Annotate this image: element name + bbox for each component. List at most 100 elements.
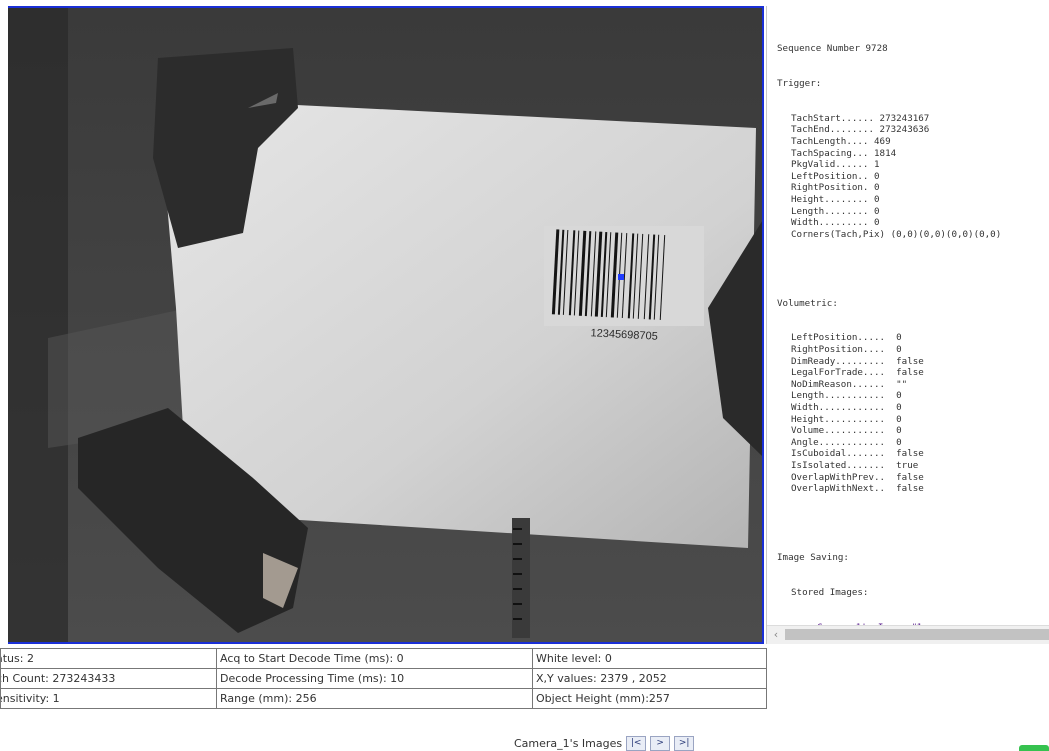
volumetric-list: LeftPosition..... 0 RightPosition.... 0 Di… bbox=[777, 332, 1049, 494]
camera-scene: 12345698705 bbox=[8, 8, 762, 642]
volumetric-row: Height........... 0 bbox=[791, 414, 1049, 426]
volumetric-row: OverlapWithNext.. false bbox=[791, 483, 1049, 495]
volumetric-key: NoDimReason...... bbox=[791, 378, 886, 390]
stats-row: ch Count: 273243433 Decode Processing Tim… bbox=[0, 668, 767, 689]
volumetric-value: false bbox=[896, 448, 924, 460]
volumetric-row: LeftPosition..... 0 bbox=[791, 332, 1049, 344]
volumetric-value: false bbox=[896, 471, 924, 483]
trigger-row: TachLength.... 469 bbox=[791, 136, 1049, 148]
volumetric-row: Length........... 0 bbox=[791, 390, 1049, 402]
image-pager: Camera_1's Images |< > >| bbox=[514, 735, 695, 751]
stats-table: atus: 2Acq to Start Decode Time (ms): 0W… bbox=[0, 648, 767, 709]
trigger-key: TachLength.... bbox=[791, 135, 869, 147]
acq-decode-time-cell: Acq to Start Decode Time (ms): 0 bbox=[216, 648, 533, 669]
volumetric-key: LeftPosition..... bbox=[791, 332, 886, 344]
volumetric-heading: Volumetric: bbox=[777, 297, 838, 309]
xy-values-cell: X,Y values: 2379 , 2052 bbox=[532, 668, 767, 689]
decode-marker bbox=[618, 274, 624, 280]
volumetric-value: "" bbox=[896, 378, 908, 390]
trigger-value: 1 bbox=[874, 159, 880, 171]
volumetric-value: 0 bbox=[896, 332, 902, 344]
volumetric-row: IsCuboidal....... false bbox=[791, 448, 1049, 460]
volumetric-key: Length........... bbox=[791, 390, 886, 402]
trigger-key: TachStart...... bbox=[791, 112, 874, 124]
range-cell: Range (mm): 256 bbox=[216, 688, 533, 709]
trigger-key: PkgValid...... bbox=[791, 159, 869, 171]
volumetric-key: LegalForTrade.... bbox=[791, 367, 886, 379]
volumetric-value: true bbox=[896, 459, 919, 471]
white-level-cell: White level: 0 bbox=[532, 648, 767, 669]
volumetric-row: RightPosition.... 0 bbox=[791, 344, 1049, 356]
scrollbar-thumb[interactable] bbox=[785, 629, 1049, 640]
pager-label: Camera_1's Images bbox=[514, 736, 623, 750]
trigger-list: TachStart...... 273243167 TachEnd........… bbox=[777, 113, 1049, 241]
trigger-key: RightPosition. bbox=[791, 182, 869, 194]
volumetric-value: false bbox=[896, 483, 924, 495]
trigger-value: (0,0)(0,0)(0,0)(0,0) bbox=[890, 228, 1002, 240]
stats-row: ensitivity: 1 Range (mm): 256 Object Heigh… bbox=[0, 688, 767, 709]
volumetric-value: 0 bbox=[896, 390, 902, 402]
volumetric-value: 0 bbox=[896, 436, 902, 448]
sensitivity-cell: ensitivity: 1 bbox=[0, 688, 217, 709]
trigger-value: 0 bbox=[874, 217, 880, 229]
first-page-button[interactable]: |< bbox=[626, 735, 647, 751]
horizontal-scrollbar[interactable]: ‹ bbox=[767, 625, 1049, 644]
trigger-key: Width......... bbox=[791, 217, 869, 229]
trigger-row: TachEnd........ 273243636 bbox=[791, 124, 1049, 136]
trigger-value: 0 bbox=[874, 170, 880, 182]
trigger-key: Length........ bbox=[791, 205, 869, 217]
trigger-row: PkgValid...... 1 bbox=[791, 159, 1049, 171]
volumetric-row: LegalForTrade.... false bbox=[791, 367, 1049, 379]
volumetric-value: false bbox=[896, 355, 924, 367]
volumetric-row: Volume........... 0 bbox=[791, 425, 1049, 437]
trigger-value: 0 bbox=[874, 182, 880, 194]
trigger-value: 469 bbox=[874, 135, 891, 147]
volumetric-key: Angle............ bbox=[791, 436, 886, 448]
volumetric-key: OverlapWithPrev.. bbox=[791, 471, 886, 483]
volumetric-value: 0 bbox=[896, 425, 902, 437]
trigger-key: Corners(Tach,Pix) bbox=[791, 228, 886, 240]
volumetric-value: false bbox=[896, 367, 924, 379]
trigger-key: LeftPosition.. bbox=[791, 170, 869, 182]
volumetric-row: Angle............ 0 bbox=[791, 437, 1049, 449]
stats-row: atus: 2Acq to Start Decode Time (ms): 0W… bbox=[0, 648, 767, 669]
volumetric-row: IsIsolated....... true bbox=[791, 460, 1049, 472]
trigger-value: 0 bbox=[874, 205, 880, 217]
trigger-row: Width......... 0 bbox=[791, 217, 1049, 229]
volumetric-row: NoDimReason...... "" bbox=[791, 379, 1049, 391]
trigger-row: RightPosition. 0 bbox=[791, 182, 1049, 194]
trigger-value: 273243167 bbox=[879, 112, 930, 124]
trigger-row: Height........ 0 bbox=[791, 194, 1049, 206]
trigger-key: Height........ bbox=[791, 193, 869, 205]
volumetric-key: IsCuboidal....... bbox=[791, 448, 886, 460]
volumetric-row: Width............ 0 bbox=[791, 402, 1049, 414]
trigger-value: 273243636 bbox=[879, 124, 930, 136]
barcode: 12345698705 bbox=[544, 226, 704, 343]
status-badge bbox=[1019, 745, 1049, 751]
decode-processing-time-cell: Decode Processing Time (ms): 10 bbox=[216, 668, 533, 689]
object-height-cell: Object Height (mm):257 bbox=[532, 688, 767, 709]
volumetric-key: Volume........... bbox=[791, 425, 886, 437]
volumetric-value: 0 bbox=[896, 402, 902, 413]
stored-images-heading: Stored Images: bbox=[791, 586, 869, 598]
volumetric-value: 0 bbox=[896, 344, 902, 356]
info-scroll-area[interactable]: Sequence Number 9728 Trigger: TachStart.… bbox=[767, 6, 1049, 626]
next-page-button[interactable]: > bbox=[650, 735, 671, 751]
volumetric-key: Width............ bbox=[791, 402, 886, 413]
status-cell: atus: 2 bbox=[0, 648, 217, 669]
sequence-number: Sequence Number 9728 bbox=[777, 43, 888, 55]
trigger-value: 0 bbox=[874, 193, 880, 205]
volumetric-value: 0 bbox=[896, 413, 902, 425]
trigger-heading: Trigger: bbox=[777, 77, 822, 89]
tach-count-cell: ch Count: 273243433 bbox=[0, 668, 217, 689]
volumetric-key: DimReady......... bbox=[791, 355, 886, 367]
volumetric-key: OverlapWithNext.. bbox=[791, 483, 886, 495]
last-page-button[interactable]: >| bbox=[674, 735, 695, 751]
ruler bbox=[512, 518, 530, 638]
trigger-row: LeftPosition.. 0 bbox=[791, 171, 1049, 183]
volumetric-key: Height........... bbox=[791, 413, 886, 425]
trigger-row: TachSpacing... 1814 bbox=[791, 148, 1049, 160]
trigger-key: TachSpacing... bbox=[791, 147, 869, 159]
trigger-key: TachEnd........ bbox=[791, 124, 874, 136]
scroll-left-icon[interactable]: ‹ bbox=[770, 628, 782, 641]
